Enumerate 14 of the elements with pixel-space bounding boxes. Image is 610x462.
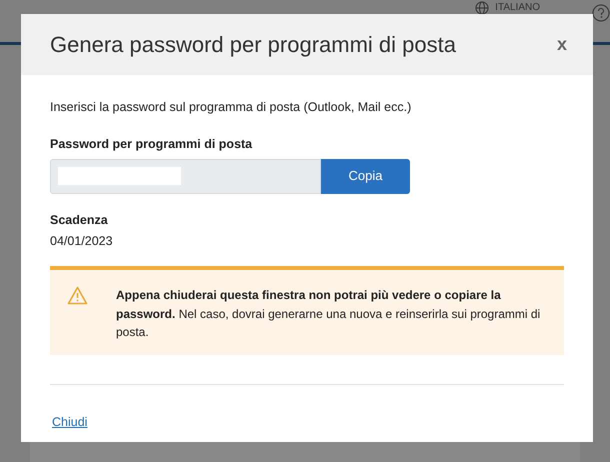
close-button[interactable]: x bbox=[556, 31, 567, 58]
expiry-date: 04/01/2023 bbox=[50, 233, 114, 250]
expiry-label: Scadenza bbox=[50, 212, 109, 228]
warning-icon bbox=[67, 286, 88, 305]
close-link[interactable]: Chiudi bbox=[52, 413, 88, 432]
intro-text: Inserisci la password sul programma di posta (Outlook, Mail ecc.) bbox=[50, 99, 412, 116]
dialog-title: Genera password per programmi di posta bbox=[50, 31, 456, 59]
field-label: Password per programmi di posta bbox=[50, 136, 254, 153]
globe-icon bbox=[475, 1, 490, 15]
help-icon[interactable] bbox=[592, 4, 610, 22]
password-field[interactable] bbox=[50, 158, 321, 194]
language-selector[interactable]: ITALIANO bbox=[495, 2, 540, 14]
copy-button[interactable]: Copia bbox=[321, 158, 410, 194]
warning-text: Appena chiuderai questa finestra non potrai più vedere o copiare la password. Nel caso, dovrai generarne una nuova e reinserirla sui programmi di posta. bbox=[116, 287, 542, 341]
